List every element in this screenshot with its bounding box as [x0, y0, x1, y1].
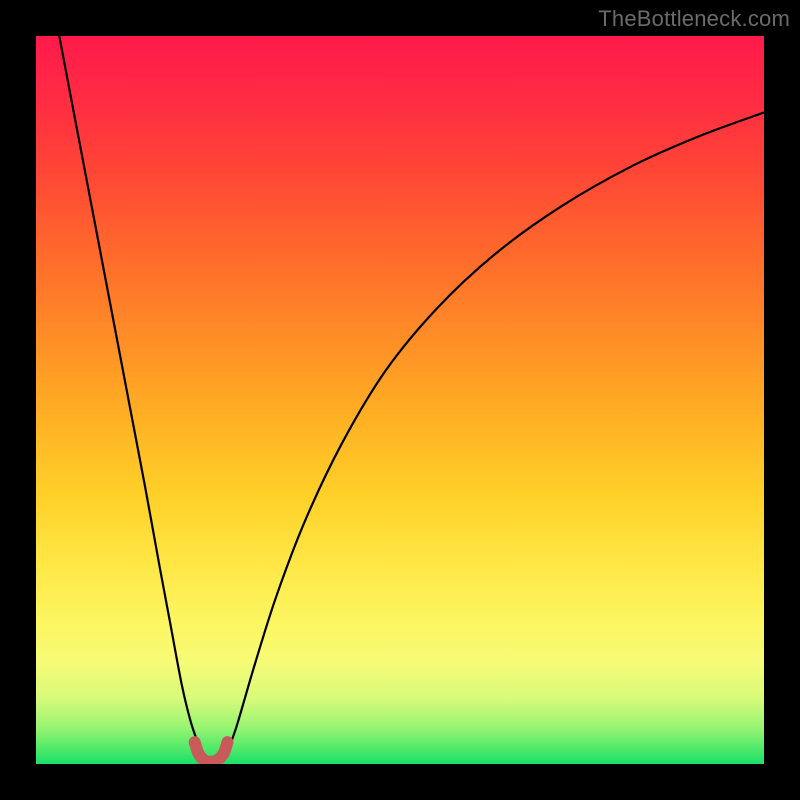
series-valley-floor-marker	[195, 742, 228, 762]
chart-frame: TheBottleneck.com	[0, 0, 800, 800]
series-left-branch	[59, 36, 203, 757]
plot-area	[36, 36, 764, 764]
curve-svg	[36, 36, 764, 764]
watermark-text: TheBottleneck.com	[598, 6, 790, 32]
series-right-branch	[225, 112, 764, 756]
